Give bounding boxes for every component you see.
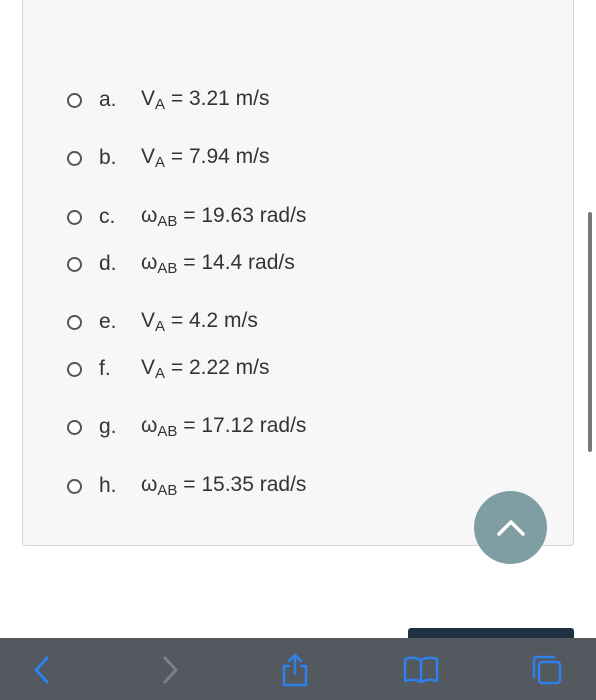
option-text: ωAB = 15.35 rad/s xyxy=(141,473,307,499)
scrollbar[interactable] xyxy=(588,212,592,452)
option-c[interactable]: c. ωAB = 19.63 rad/s xyxy=(67,202,306,232)
option-f[interactable]: f. VA = 2.22 m/s xyxy=(67,354,270,384)
share-button[interactable] xyxy=(273,648,317,692)
option-b[interactable]: b. VA = 7.94 m/s xyxy=(67,143,270,173)
option-text: VA = 3.21 m/s xyxy=(141,87,270,113)
option-letter: h. xyxy=(99,474,117,497)
bookmarks-button[interactable] xyxy=(399,648,443,692)
chevron-left-icon xyxy=(34,656,49,684)
option-letter: g. xyxy=(99,415,117,438)
radio-button[interactable] xyxy=(67,314,82,330)
book-icon xyxy=(403,656,439,684)
tabs-button[interactable] xyxy=(525,648,569,692)
option-text: VA = 7.94 m/s xyxy=(141,145,270,171)
option-a[interactable]: a. VA = 3.21 m/s xyxy=(67,85,270,115)
share-icon xyxy=(282,653,308,687)
forward-button[interactable] xyxy=(148,648,192,692)
radio-button[interactable] xyxy=(67,419,82,435)
option-text: ωAB = 19.63 rad/s xyxy=(141,204,307,230)
option-text: VA = 2.22 m/s xyxy=(141,356,270,382)
back-button[interactable] xyxy=(20,648,64,692)
option-h[interactable]: h. ωAB = 15.35 rad/s xyxy=(67,471,306,501)
scroll-to-top-button[interactable] xyxy=(474,491,547,564)
tabs-icon xyxy=(532,655,562,685)
browser-toolbar xyxy=(0,638,596,700)
radio-button[interactable] xyxy=(67,209,82,225)
option-e[interactable]: e. VA = 4.2 m/s xyxy=(67,307,258,337)
option-text: ωAB = 17.12 rad/s xyxy=(141,414,307,440)
radio-button[interactable] xyxy=(67,256,82,272)
option-text: ωAB = 14.4 rad/s xyxy=(141,251,295,277)
option-text: VA = 4.2 m/s xyxy=(141,309,258,335)
option-letter: b. xyxy=(99,146,117,169)
option-letter: a. xyxy=(99,88,117,111)
radio-button[interactable] xyxy=(67,92,82,108)
radio-button[interactable] xyxy=(67,150,82,166)
option-letter: f. xyxy=(99,357,111,380)
page: a. VA = 3.21 m/s b. VA = 7.94 m/s c. ωAB… xyxy=(0,0,596,700)
chevron-right-icon xyxy=(163,656,178,684)
radio-button[interactable] xyxy=(67,478,82,494)
option-letter: c. xyxy=(99,205,116,228)
option-d[interactable]: d. ωAB = 14.4 rad/s xyxy=(67,249,295,279)
option-g[interactable]: g. ωAB = 17.12 rad/s xyxy=(67,412,306,442)
question-card: a. VA = 3.21 m/s b. VA = 7.94 m/s c. ωAB… xyxy=(22,0,574,546)
option-letter: d. xyxy=(99,252,117,275)
chevron-up-icon xyxy=(496,519,525,536)
radio-button[interactable] xyxy=(67,361,82,377)
option-letter: e. xyxy=(99,310,117,333)
